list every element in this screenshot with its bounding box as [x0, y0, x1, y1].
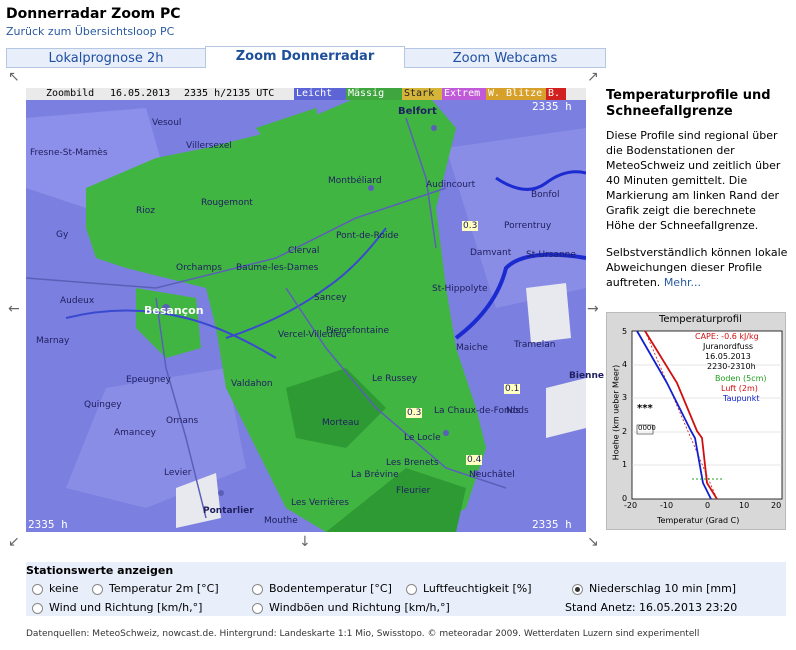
option-bodentemperatur[interactable]: Bodentemperatur [°C] [252, 582, 392, 595]
x-tick: -10 [660, 501, 674, 510]
option-label: Windböen und Richtung [km/h,°] [269, 601, 450, 614]
radio-temperatur[interactable] [92, 583, 103, 595]
snow-marker: *** [637, 403, 653, 414]
stations-title: Stationswerte anzeigen [26, 564, 174, 577]
pan-southeast-icon[interactable]: ↘ [587, 535, 599, 549]
x-tick: 0 [705, 501, 711, 510]
profile-legend-luft: Luft (2m) [721, 384, 758, 393]
option-niederschlag[interactable]: Niederschlag 10 min [mm] [572, 582, 736, 595]
y-tick: 4 [622, 360, 628, 369]
tab-zoom-webcams[interactable]: Zoom Webcams [404, 48, 606, 68]
side-paragraph-2: Selbstverständlich können lokale Abweich… [606, 245, 788, 290]
profile-date: 16.05.2013 [705, 352, 751, 361]
option-luftfeuchtigkeit[interactable]: Luftfeuchtigkeit [%] [406, 582, 532, 595]
radar-map-image [26, 88, 586, 532]
option-temperatur[interactable]: Temperatur 2m [°C] [92, 582, 219, 595]
pan-northeast-icon[interactable]: ↗ [587, 70, 599, 84]
temperature-profile-chart [631, 330, 783, 500]
radio-windboeen[interactable] [252, 602, 263, 614]
legend-stark: Stark [402, 88, 442, 100]
footer-sources: Datenquellen: MeteoSchweiz, nowcast.de. … [26, 629, 700, 639]
option-windboeen[interactable]: Windböen und Richtung [km/h,°] [252, 601, 450, 614]
x-tick: 20 [771, 501, 782, 510]
x-tick: -20 [624, 501, 638, 510]
option-label: Temperatur 2m [°C] [109, 582, 219, 595]
more-link[interactable]: Mehr... [664, 276, 701, 289]
page-title: Donnerradar Zoom PC [6, 6, 181, 22]
profile-time: 2230-2310h [707, 362, 756, 371]
tab-bar: Lokalprognose 2h Zoom Donnerradar Zoom W… [6, 46, 606, 68]
x-tick: 10 [739, 501, 750, 510]
legend-blitze: W. Blitze [486, 88, 546, 100]
radar-time: 2335 h/2135 UTC [184, 88, 275, 99]
option-label: Wind und Richtung [km/h,°] [49, 601, 203, 614]
y-tick: 1 [622, 460, 628, 469]
profile-title: Temperaturprofil [659, 314, 742, 325]
pan-east-icon[interactable]: → [587, 302, 599, 316]
profile-cape: CAPE: -0.6 kJ/kg [695, 332, 759, 341]
option-label: Niederschlag 10 min [mm] [589, 582, 737, 595]
profile-legend-taupunkt: Taupunkt [723, 394, 760, 403]
tab-lokalprognose[interactable]: Lokalprognose 2h [6, 48, 206, 68]
legend-leicht: Leicht [294, 88, 346, 100]
pan-west-icon[interactable]: ← [8, 302, 20, 316]
stand-anetz: Stand Anetz: 16.05.2013 23:20 [565, 601, 738, 614]
option-keine[interactable]: keine [32, 582, 79, 595]
back-link[interactable]: Zurück zum Übersichtsloop PC [6, 25, 174, 38]
option-label: Luftfeuchtigkeit [%] [423, 582, 532, 595]
y-axis-label: Hoehe (km ueber Meer) [611, 364, 621, 461]
legend-extrem: Extrem [442, 88, 486, 100]
y-tick: 5 [622, 327, 628, 336]
radar-map[interactable] [26, 88, 586, 532]
radar-header: Zoombild 16.05.2013 2335 h/2135 UTC Leicht M… [26, 88, 586, 100]
legend-maessig: Mässig [346, 88, 402, 100]
rain-marker: 0000 [638, 424, 656, 432]
y-tick: 3 [622, 393, 628, 402]
radar-label: Zoombild [46, 88, 95, 99]
side-title: Temperaturprofile und Schneefallgrenze [606, 88, 771, 119]
y-tick: 2 [622, 427, 628, 436]
radio-niederschlag[interactable] [572, 583, 583, 595]
radio-keine[interactable] [32, 583, 43, 595]
pan-northwest-icon[interactable]: ↖ [8, 70, 20, 84]
option-wind[interactable]: Wind und Richtung [km/h,°] [32, 601, 202, 614]
tab-zoom-donnerradar[interactable]: Zoom Donnerradar [205, 46, 405, 68]
radio-wind[interactable] [32, 602, 43, 614]
profile-legend-boden: Boden (5cm) [715, 374, 767, 383]
x-axis-label: Temperatur (Grad C) [657, 516, 740, 525]
side-paragraph: Diese Profile sind regional über die Bod… [606, 129, 781, 232]
radar-date: 16.05.2013 [110, 88, 171, 99]
option-label: Bodentemperatur [°C] [269, 582, 392, 595]
radio-luftfeuchtigkeit[interactable] [406, 583, 417, 595]
temperature-profile[interactable]: Temperaturprofil CAPE: -0.6 kJ/kg Jurano… [606, 312, 786, 530]
profile-region: Juranordfuss [703, 342, 754, 351]
side-text: Diese Profile sind regional über die Bod… [606, 128, 788, 302]
option-label: keine [49, 582, 79, 595]
legend-b: B. [546, 88, 566, 100]
pan-south-icon[interactable]: ↓ [299, 535, 311, 549]
pan-southwest-icon[interactable]: ↙ [8, 535, 20, 549]
radio-bodentemperatur[interactable] [252, 583, 263, 595]
